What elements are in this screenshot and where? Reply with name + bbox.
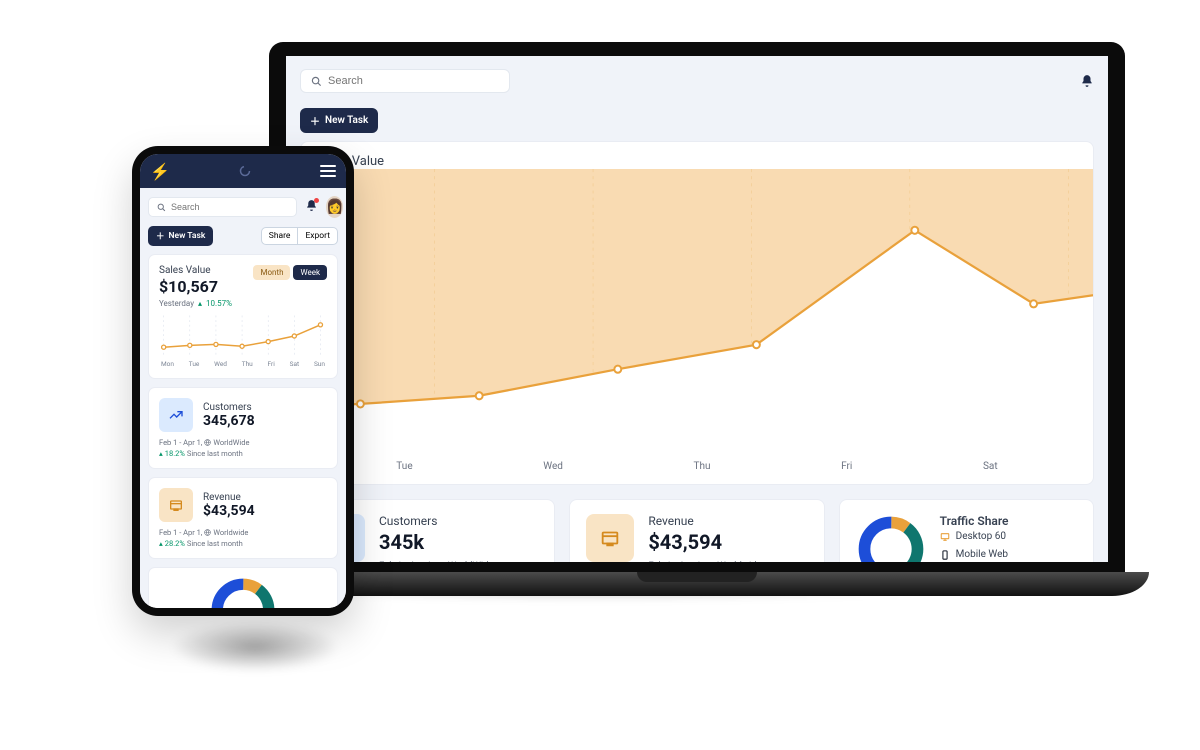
phone-body: 👩 ＋ New Task Share Export Sales Value bbox=[140, 188, 346, 608]
traffic-legend: Desktop 60 Mobile Web Tablet Web bbox=[940, 528, 1077, 562]
x-label: Fri bbox=[841, 461, 852, 472]
sales-chart-title: Sales Value bbox=[301, 142, 1093, 169]
search-field[interactable] bbox=[328, 75, 499, 87]
bell-icon[interactable] bbox=[1080, 74, 1094, 88]
revenue-title: Revenue bbox=[648, 514, 807, 528]
sales-value-card: Sales Value $10,567 Month Week Yesterday… bbox=[148, 254, 338, 379]
sales-delta: Yesterday ▴ 10.57% bbox=[159, 299, 327, 308]
search-field[interactable] bbox=[171, 202, 288, 212]
globe-icon bbox=[706, 562, 714, 563]
toggle-week[interactable]: Week bbox=[293, 265, 327, 280]
new-task-label: New Task bbox=[169, 231, 206, 241]
desktop-icon bbox=[940, 532, 950, 542]
laptop-viewport: ＋ New Task Sales Value bbox=[286, 56, 1108, 562]
customers-delta: ▴18.2% Since last month bbox=[159, 449, 327, 458]
revenue-range: Feb 1 - Apr 1, Worldwide bbox=[648, 560, 807, 562]
sales-value: $10,567 bbox=[159, 277, 218, 296]
laptop-bezel: ＋ New Task Sales Value bbox=[269, 42, 1125, 576]
logo-bolt-icon: ⚡ bbox=[150, 162, 170, 181]
share-button[interactable]: Share bbox=[261, 227, 299, 245]
new-task-button[interactable]: ＋ New Task bbox=[300, 108, 378, 133]
revenue-card: Revenue $43,594 Feb 1 - Apr 1, Worldwide… bbox=[569, 499, 824, 562]
laptop-header bbox=[286, 56, 1108, 106]
revenue-range: Feb 1 - Apr 1, Worldwide bbox=[159, 528, 327, 537]
revenue-card: Revenue $43,594 Feb 1 - Apr 1, Worldwide… bbox=[148, 477, 338, 559]
phone-shadow bbox=[170, 622, 340, 672]
customers-title: Customers bbox=[379, 514, 538, 528]
traffic-share-card: Traffic Share Desktop 60 Mobile Web Tabl… bbox=[839, 499, 1094, 562]
mobile-icon bbox=[940, 550, 950, 560]
x-label: Tue bbox=[396, 461, 412, 472]
laptop-hinge-notch bbox=[637, 572, 757, 582]
export-button[interactable]: Export bbox=[298, 227, 338, 245]
revenue-delta: ▴28.2% Since last month bbox=[159, 539, 327, 548]
customers-value: 345,678 bbox=[203, 413, 255, 429]
revenue-icon bbox=[586, 514, 634, 562]
sales-chart-x-axis: Tue Wed Thu Fri Sat bbox=[301, 455, 1093, 484]
globe-icon bbox=[204, 529, 211, 536]
revenue-value: $43,594 bbox=[203, 503, 255, 519]
traffic-donut-chart bbox=[148, 567, 338, 608]
search-input[interactable] bbox=[300, 69, 510, 93]
customers-card: Customers 345,678 Feb 1 - Apr 1, WorldWi… bbox=[148, 387, 338, 469]
phone-toolbar: ＋ New Task Share Export bbox=[148, 226, 338, 246]
traffic-donut-chart bbox=[856, 514, 926, 562]
avatar[interactable]: 👩 bbox=[326, 196, 343, 218]
laptop-device: ＋ New Task Sales Value bbox=[245, 42, 1149, 618]
laptop-metric-cards: Customers 345k Feb 1 - Apr 1, WorldWide … bbox=[300, 499, 1094, 562]
x-label: Sat bbox=[983, 461, 998, 472]
search-input[interactable] bbox=[148, 197, 297, 217]
globe-icon bbox=[437, 562, 445, 563]
caret-up-icon: ▴ bbox=[159, 449, 163, 458]
revenue-value: $43,594 bbox=[648, 530, 807, 554]
sales-range-toggle: Month Week bbox=[253, 265, 327, 280]
caret-up-icon: ▴ bbox=[159, 539, 163, 548]
caret-up-icon: ▴ bbox=[198, 299, 202, 308]
revenue-icon bbox=[159, 488, 193, 522]
x-label: Thu bbox=[694, 461, 711, 472]
new-task-label: New Task bbox=[325, 115, 368, 126]
globe-icon bbox=[204, 439, 211, 446]
plus-icon: ＋ bbox=[310, 113, 320, 128]
x-label: Wed bbox=[543, 461, 563, 472]
sales-mini-x-axis: MonTue WedThu FriSat Sun bbox=[159, 360, 327, 368]
toggle-month[interactable]: Month bbox=[253, 265, 290, 280]
menu-icon[interactable] bbox=[320, 165, 336, 177]
new-task-button[interactable]: ＋ New Task bbox=[148, 226, 213, 246]
phone-topbar: ⚡ bbox=[140, 154, 346, 188]
plus-icon: ＋ bbox=[156, 230, 165, 242]
phone-header: 👩 bbox=[148, 196, 338, 218]
customers-range: Feb 1 - Apr 1, WorldWide bbox=[159, 438, 327, 447]
customers-value: 345k bbox=[379, 530, 538, 554]
customers-icon bbox=[159, 398, 193, 432]
sales-mini-chart bbox=[159, 314, 327, 358]
revenue-title: Revenue bbox=[203, 492, 255, 503]
share-export-group: Share Export bbox=[261, 227, 338, 245]
spinner-icon bbox=[239, 165, 251, 177]
sales-chart-area bbox=[301, 169, 1093, 455]
customers-range: Feb 1 - Apr 1, WorldWide bbox=[379, 560, 538, 562]
sales-title: Sales Value bbox=[159, 265, 218, 276]
search-icon bbox=[157, 203, 166, 212]
traffic-title: Traffic Share bbox=[940, 514, 1077, 528]
sales-line-chart bbox=[301, 169, 1093, 455]
bell-icon[interactable] bbox=[305, 199, 318, 216]
phone-viewport: ⚡ 👩 ＋ New Task bbox=[140, 154, 346, 608]
customers-title: Customers bbox=[203, 402, 255, 413]
search-icon bbox=[311, 76, 322, 87]
sales-chart-card: Sales Value bbox=[300, 141, 1094, 485]
phone-device: ⚡ 👩 ＋ New Task bbox=[132, 146, 354, 616]
